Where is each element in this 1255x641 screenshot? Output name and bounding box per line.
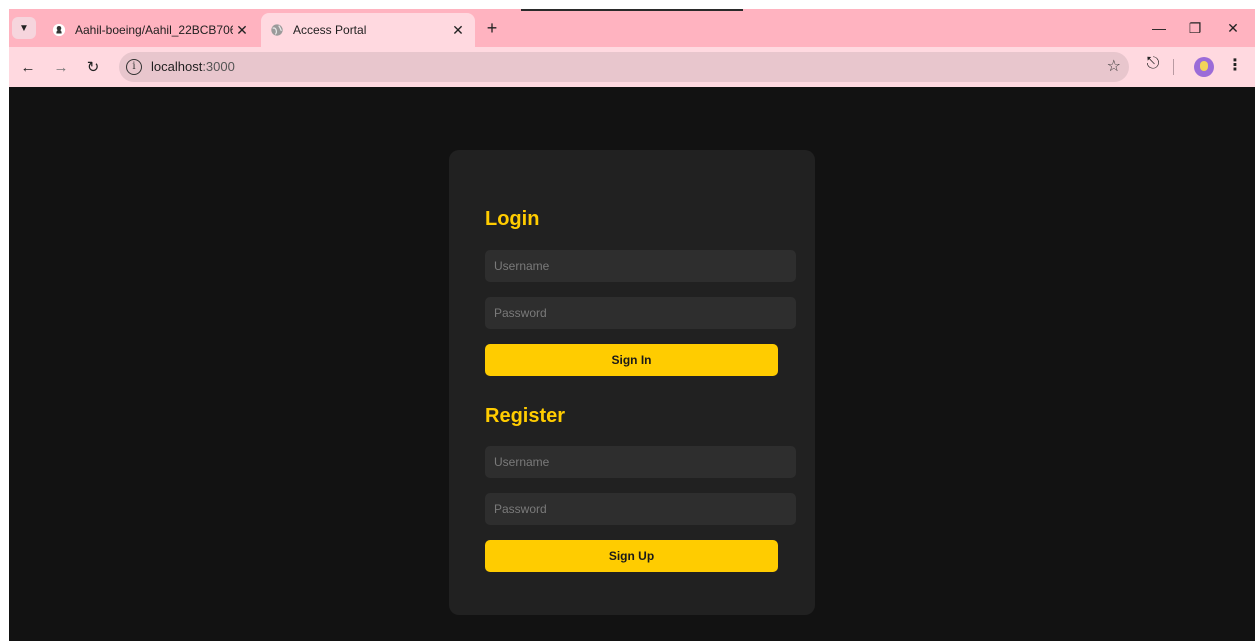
arrow-left-icon: ← (20, 58, 36, 76)
close-icon[interactable]: ✕ (449, 21, 467, 39)
tab-title: Aahil-boeing/Aahil_22BCB7065 (75, 23, 233, 37)
back-button[interactable]: ← (16, 55, 40, 79)
close-icon[interactable]: ✕ (233, 21, 251, 39)
sign-in-button[interactable]: Sign In (485, 344, 778, 376)
page-viewport: Login Sign In Register Sign Up (9, 87, 1255, 641)
tab-strip-accent (521, 9, 743, 11)
reload-icon: ↻ (86, 59, 100, 76)
extensions-icon[interactable]: ⎋ (1141, 55, 1165, 79)
login-password-input[interactable] (485, 297, 796, 329)
tab-access-portal[interactable]: Access Portal ✕ (261, 13, 475, 47)
register-password-input[interactable] (485, 493, 796, 525)
browser-toolbar: ← → ↻ i localhost:3000 ☆ ⎋ ⋮ (9, 47, 1255, 87)
url-text[interactable]: localhost:3000 (151, 59, 235, 74)
new-tab-button[interactable]: + (481, 17, 503, 39)
info-icon[interactable]: i (126, 59, 142, 75)
tab-title: Access Portal (293, 23, 367, 37)
close-icon: ✕ (1227, 19, 1239, 36)
tab-github[interactable]: Aahil-boeing/Aahil_22BCB7065 ✕ (45, 13, 259, 47)
tab-strip: ▼ Aahil-boeing/Aahil_22BCB7065 ✕ Access … (9, 9, 1255, 47)
more-menu-icon[interactable]: ⋮ (1223, 55, 1247, 79)
login-username-input[interactable] (485, 250, 796, 282)
register-heading: Register (485, 405, 566, 427)
register-username-field[interactable] (485, 446, 796, 478)
profile-avatar[interactable] (1194, 57, 1214, 77)
auth-card: Login Sign In Register Sign Up (449, 150, 815, 615)
restore-button[interactable]: ❐ (1175, 15, 1215, 41)
login-username-field[interactable] (485, 250, 796, 282)
browser-window: ▼ Aahil-boeing/Aahil_22BCB7065 ✕ Access … (9, 9, 1255, 641)
minimize-button[interactable]: — (1139, 15, 1179, 41)
github-icon (51, 22, 67, 38)
toolbar-divider (1173, 59, 1174, 75)
tab-search-button[interactable]: ▼ (12, 17, 36, 39)
url-host: localhost (151, 59, 203, 74)
reload-button[interactable]: ↻ (81, 55, 105, 79)
chevron-down-icon: ▼ (19, 22, 29, 34)
window-close-button[interactable]: ✕ (1213, 15, 1253, 41)
register-username-input[interactable] (485, 446, 796, 478)
bookmark-star-icon[interactable]: ☆ (1107, 56, 1121, 76)
globe-icon (269, 22, 285, 38)
url-port: :3000 (202, 59, 235, 74)
register-password-field[interactable] (485, 493, 796, 525)
login-password-field[interactable] (485, 297, 796, 329)
arrow-right-icon: → (53, 58, 69, 76)
forward-button[interactable]: → (49, 55, 73, 79)
restore-icon: ❐ (1188, 19, 1202, 36)
login-heading: Login (485, 208, 540, 230)
address-bar[interactable]: i localhost:3000 ☆ (119, 52, 1129, 82)
sign-up-button[interactable]: Sign Up (485, 540, 778, 572)
minimize-icon: — (1152, 20, 1166, 36)
